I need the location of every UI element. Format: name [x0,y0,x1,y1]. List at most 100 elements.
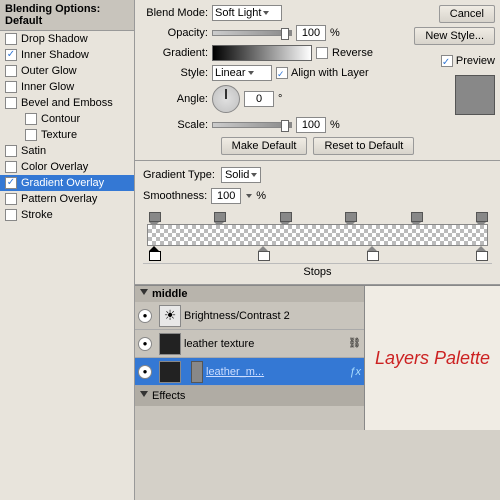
chain-icon: ⛓ [348,338,361,349]
top-stops-row [147,210,488,224]
texture-checkbox[interactable] [25,129,37,141]
effects-collapse-icon[interactable] [140,391,148,401]
sidebar-item-inner-glow[interactable]: Inner Glow [0,79,134,95]
gradient-preview[interactable] [212,45,312,61]
leather-texture-thumb [159,333,181,355]
opacity-slider[interactable] [212,30,292,36]
opacity-slider-thumb [281,28,289,40]
scale-slider-thumb [281,120,289,132]
layers-panel: middle ● ☀ Brightness/Contrast 2 ● leath… [135,285,500,430]
gradient-type-value: Solid [225,169,249,181]
eye-icon-leather-texture[interactable]: ● [138,337,152,351]
sidebar-item-contour[interactable]: Contour [0,111,134,127]
top-stop-4[interactable] [345,212,355,224]
layers-list: middle ● ☀ Brightness/Contrast 2 ● leath… [135,285,365,430]
inner-shadow-checkbox[interactable]: ✓ [5,49,17,61]
reverse-label: Reverse [332,47,373,59]
blend-mode-arrow-icon [263,11,269,15]
top-stop-left[interactable] [149,212,159,224]
make-default-button[interactable]: Make Default [221,137,308,155]
layers-header-label: middle [152,288,187,300]
blending-options-header: Blending Options: Default [0,0,134,31]
bottom-stop-left[interactable] [149,246,159,258]
angle-dial[interactable] [212,85,240,113]
sidebar-item-color-overlay[interactable]: Color Overlay [0,159,134,175]
sidebar-item-stroke[interactable]: Stroke [0,207,134,223]
left-panel: Blending Options: Default Drop Shadow ✓ … [0,0,135,500]
satin-checkbox[interactable] [5,145,17,157]
blend-mode-select[interactable]: Soft Light [212,5,282,21]
layers-collapse-icon[interactable] [140,289,148,299]
contour-checkbox[interactable] [25,113,37,125]
angle-input[interactable]: 0 [244,91,274,107]
opacity-input[interactable]: 100 [296,25,326,41]
layer-row-leather-m[interactable]: ● leather_m... ƒx [135,358,364,386]
opacity-slider-container: 100 % [212,25,340,41]
sidebar-item-drop-shadow[interactable]: Drop Shadow [0,31,134,47]
scale-slider[interactable] [212,122,292,128]
gradient-type-select[interactable]: Solid [221,167,261,183]
top-stop-5[interactable] [411,212,421,224]
eye-icon-brightness[interactable]: ● [138,309,152,323]
layer-row-brightness[interactable]: ● ☀ Brightness/Contrast 2 [135,302,364,330]
preview-checkbox[interactable]: ✓ [441,55,453,67]
gradient-overlay-checkbox[interactable]: ✓ [5,177,17,189]
top-stop-right[interactable] [476,212,486,224]
style-arrow-icon [248,71,254,75]
angle-row: Angle: 0 ° [143,85,492,113]
bottom-stop-2[interactable] [258,246,268,258]
satin-label: Satin [21,145,46,157]
color-overlay-label: Color Overlay [21,161,88,173]
sidebar-item-bevel-emboss[interactable]: Bevel and Emboss [0,95,134,111]
gradient-bar[interactable] [147,224,488,246]
reverse-checkbox[interactable] [316,47,328,59]
top-stop-2[interactable] [214,212,224,224]
bottom-stop-right[interactable] [476,246,486,258]
bottom-stop-3[interactable] [367,246,377,258]
style-select[interactable]: Linear [212,65,272,81]
sidebar-item-outer-glow[interactable]: Outer Glow [0,63,134,79]
reset-default-button[interactable]: Reset to Default [313,137,414,155]
degree-sign: ° [278,93,282,105]
gradient-editor: Gradient Type: Solid Smoothness: 100 % [135,161,500,285]
brightness-layer-name: Brightness/Contrast 2 [184,310,361,322]
new-style-button[interactable]: New Style... [414,27,495,45]
bevel-emboss-label: Bevel and Emboss [21,97,113,109]
bevel-emboss-checkbox[interactable] [5,97,17,109]
outer-glow-label: Outer Glow [21,65,77,77]
bottom-stops-row [147,246,488,260]
leather-m-layer-name[interactable]: leather_m... [206,366,349,378]
gradient-row: Gradient: Reverse [143,45,492,61]
sidebar-item-pattern-overlay[interactable]: Pattern Overlay [0,191,134,207]
smoothness-row: Smoothness: 100 % [143,188,492,204]
sidebar-item-texture[interactable]: Texture [0,127,134,143]
leather-m-thumb [159,361,181,383]
blend-mode-value: Soft Light [215,7,261,19]
style-value: Linear [215,67,246,79]
sidebar-item-inner-shadow[interactable]: ✓ Inner Shadow [0,47,134,63]
gradient-label: Gradient: [143,47,208,59]
sidebar-item-satin[interactable]: Satin [0,143,134,159]
eye-icon-leather-m[interactable]: ● [138,365,152,379]
outer-glow-checkbox[interactable] [5,65,17,77]
sidebar-item-gradient-overlay[interactable]: ✓ Gradient Overlay [0,175,134,191]
smoothness-input[interactable]: 100 [211,188,241,204]
drop-shadow-checkbox[interactable] [5,33,17,45]
opacity-percent: % [330,27,340,39]
top-stop-3[interactable] [280,212,290,224]
color-overlay-checkbox[interactable] [5,161,17,173]
blend-mode-label: Blend Mode: [143,7,208,19]
leather-texture-layer-name: leather texture [184,338,348,350]
pattern-overlay-checkbox[interactable] [5,193,17,205]
align-checkbox[interactable]: ✓ [276,67,288,79]
stroke-checkbox[interactable] [5,209,17,221]
inner-glow-checkbox[interactable] [5,81,17,93]
scale-input[interactable]: 100 [296,117,326,133]
gradient-overlay-label: Gradient Overlay [21,177,104,189]
gradient-type-row: Gradient Type: Solid [143,167,492,183]
gradient-type-arrow-icon [251,173,257,177]
angle-label: Angle: [143,93,208,105]
cancel-button[interactable]: Cancel [439,5,495,23]
inner-glow-label: Inner Glow [21,81,74,93]
layer-row-leather-texture[interactable]: ● leather texture ⛓ [135,330,364,358]
